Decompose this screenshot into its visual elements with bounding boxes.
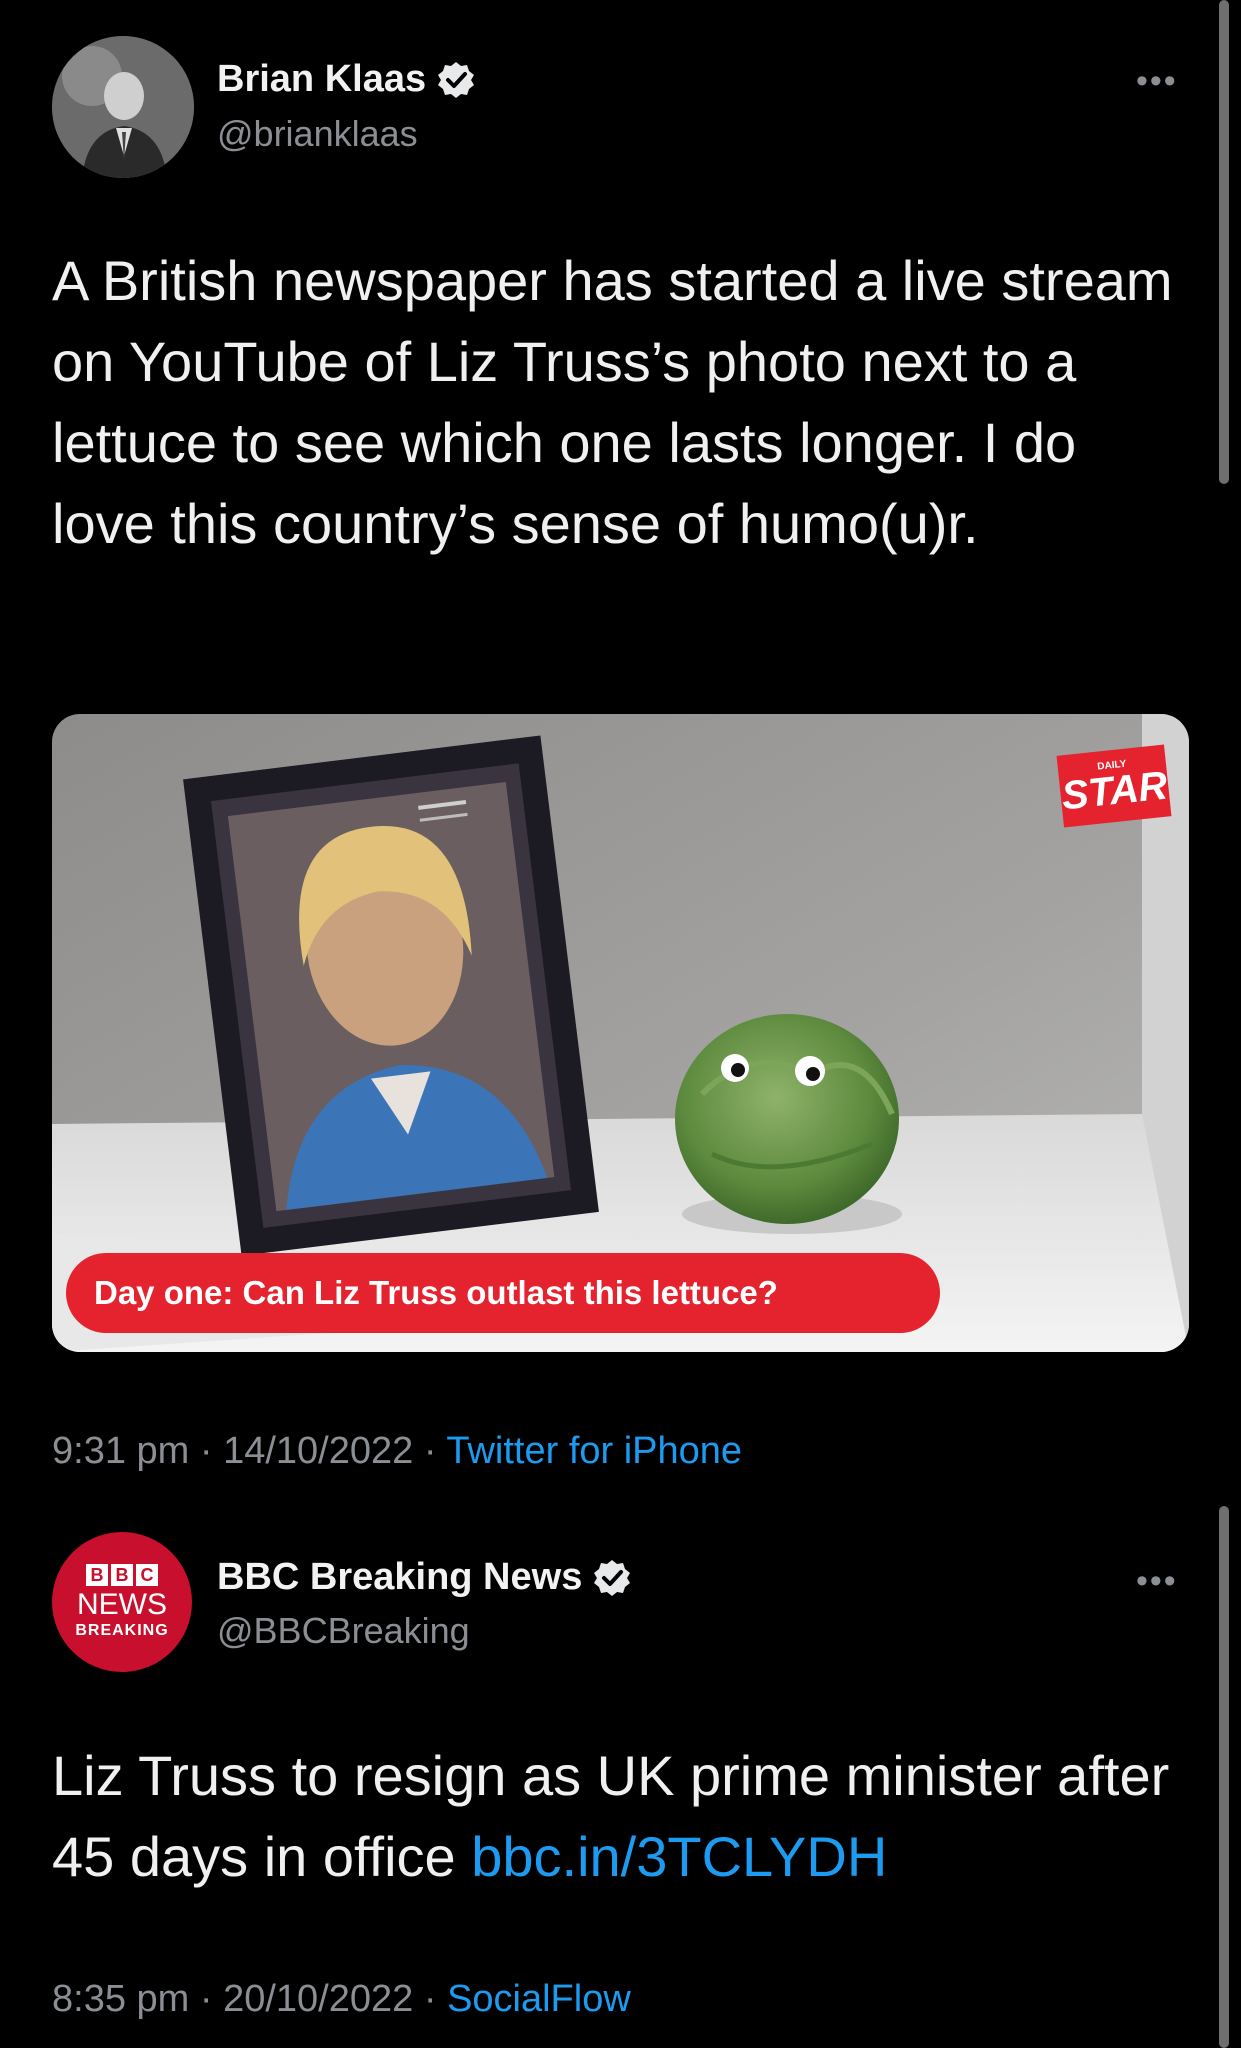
bbc-block-b1: B [86,1564,108,1586]
tweet-text: Liz Truss to resign as UK prime minister… [52,1735,1182,1897]
tweet-date[interactable]: 20/10/2022 [223,1978,413,2020]
bbc-blocks-logo: B B C [86,1564,158,1586]
scrollbar-thumb-top[interactable] [1219,0,1229,484]
scrollbar-thumb-bottom[interactable] [1219,1506,1229,2048]
meta-separator: · [199,1978,224,2020]
tweet-time[interactable]: 8:35 pm [52,1978,189,2020]
verified-badge-icon [438,61,475,98]
meta-separator: · [199,1430,224,1472]
avatar-bbc-breaking[interactable]: B B C NEWS BREAKING [52,1532,192,1672]
tweet-meta: 9:31 pm · 14/10/2022 · Twitter for iPhon… [52,1430,742,1473]
daily-star-logo-big: STAR [1059,763,1170,819]
tweet-time[interactable]: 9:31 pm [52,1430,189,1472]
bbc-breaking-label: BREAKING [75,1622,169,1639]
verified-badge-icon [594,1559,631,1596]
tweet-media-image[interactable]: DAILY STAR Day one: Can Liz Truss outlas… [52,714,1189,1352]
author-name-text[interactable]: BBC Breaking News [217,1556,582,1599]
author-name[interactable]: BBC Breaking News [217,1556,632,1599]
meta-separator: · [423,1430,447,1472]
tweet-source-link[interactable]: SocialFlow [447,1978,631,2020]
tweet-source-link[interactable]: Twitter for iPhone [446,1430,742,1472]
media-caption-banner: Day one: Can Liz Truss outlast this lett… [66,1253,940,1333]
tweet-link[interactable]: bbc.in/3TCLYDH [471,1825,887,1888]
author-name-text[interactable]: Brian Klaas [217,58,426,101]
author-handle[interactable]: @brianklaas [217,113,418,155]
bbc-news-label: NEWS [77,1588,167,1621]
more-options-icon[interactable]: ••• [1136,1562,1178,1601]
author-handle[interactable]: @BBCBreaking [217,1610,470,1652]
tweet-meta: 8:35 pm · 20/10/2022 · SocialFlow [52,1978,631,2021]
daily-star-logo: DAILY STAR [1056,744,1172,828]
bbc-block-b2: B [111,1564,133,1586]
media-caption-text: Day one: Can Liz Truss outlast this lett… [94,1274,778,1311]
bbc-block-c: C [136,1564,158,1586]
tweet-date[interactable]: 14/10/2022 [223,1430,413,1472]
more-options-icon[interactable]: ••• [1136,62,1178,101]
author-name[interactable]: Brian Klaas [217,58,476,101]
meta-separator: · [423,1978,448,2020]
tweet-text: A British newspaper has started a live s… [52,249,1173,555]
avatar-brian-klaas[interactable] [52,36,194,178]
